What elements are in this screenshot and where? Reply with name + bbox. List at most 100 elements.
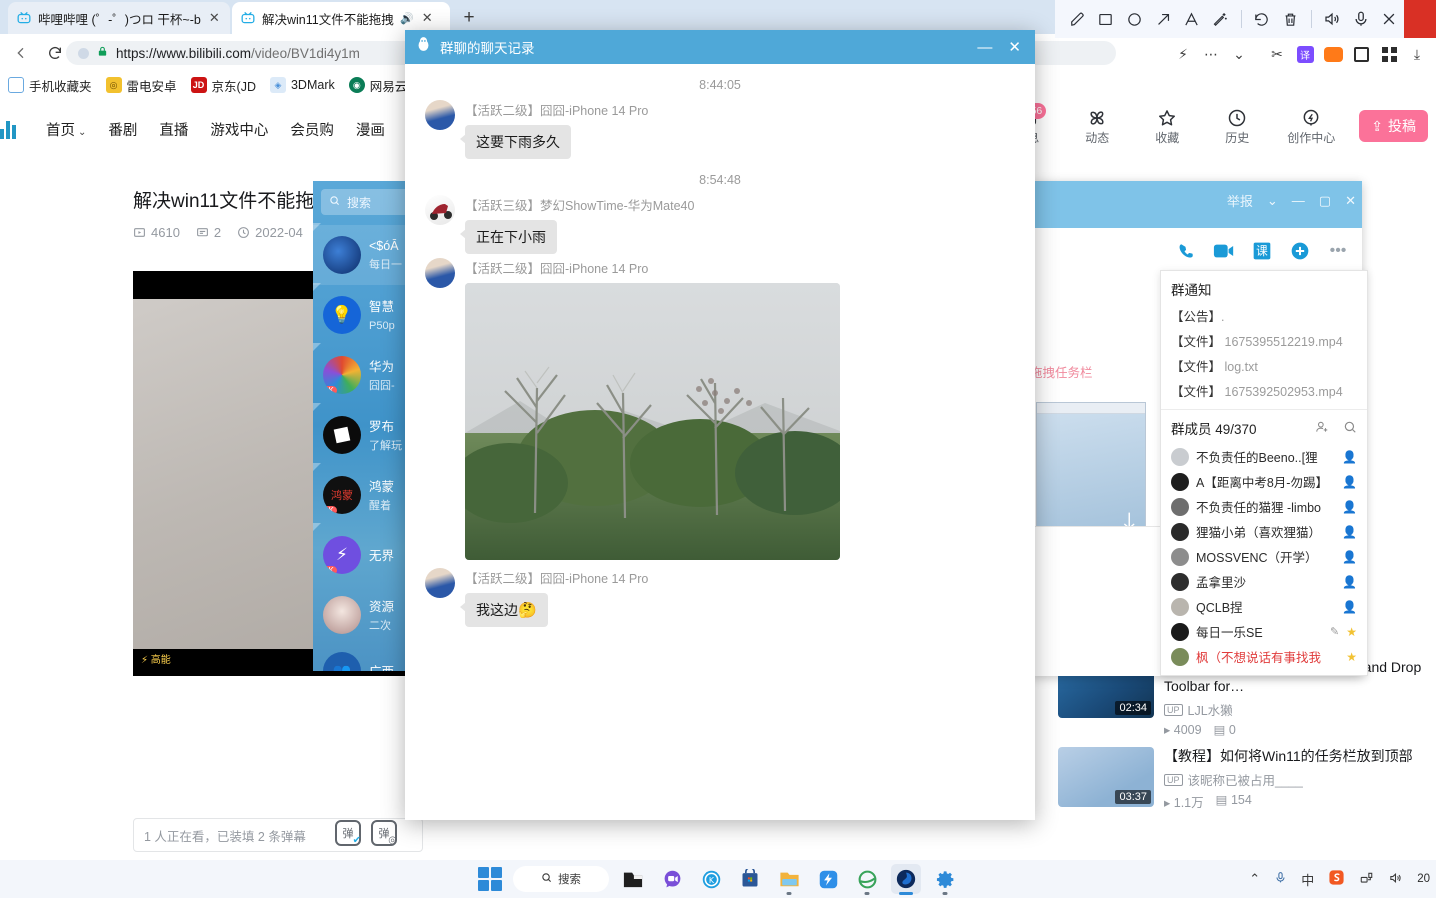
pen-icon[interactable]	[1063, 4, 1092, 34]
list-item[interactable]: 💡 智慧 P50p	[313, 285, 408, 345]
video-call-icon[interactable]	[1212, 239, 1236, 263]
class-icon[interactable]: 课	[1250, 239, 1274, 263]
maximize-icon[interactable]: ▢	[1319, 193, 1331, 209]
bookmark-item[interactable]: ◈ 3DMark	[269, 77, 335, 93]
bilibili-logo-icon[interactable]	[0, 119, 28, 139]
report-button[interactable]: 举报	[1227, 191, 1253, 210]
file-explorer-dark-icon[interactable]	[618, 864, 648, 894]
more-dots-icon[interactable]: •••	[1326, 239, 1350, 263]
list-item[interactable]: 2K 华为 囧囧-	[313, 345, 408, 405]
nav-creator[interactable]: 创作中心	[1281, 107, 1341, 146]
magic-wand-icon[interactable]	[1206, 4, 1235, 34]
group-notice-row[interactable]: 【公告】.	[1161, 303, 1367, 328]
settings-gear-icon[interactable]	[930, 864, 960, 895]
group-file-row[interactable]: 【文件】 log.txt	[1161, 353, 1367, 378]
volume-icon[interactable]	[1388, 871, 1403, 888]
search-icon[interactable]	[1343, 420, 1357, 437]
file-explorer-icon[interactable]	[774, 864, 804, 895]
ellipse-icon[interactable]	[1120, 4, 1149, 34]
close-icon[interactable]: ✕	[1008, 38, 1021, 56]
book-icon[interactable]	[1348, 41, 1374, 67]
minimize-icon[interactable]: —	[1292, 193, 1305, 208]
group-file-row[interactable]: 【文件】 1675392502953.mp4	[1161, 378, 1367, 403]
kugou-icon[interactable]: K	[696, 864, 726, 894]
sogou-icon[interactable]	[1328, 869, 1345, 889]
trash-icon[interactable]	[1276, 4, 1305, 34]
nav-dynamic[interactable]: 动态	[1071, 107, 1123, 146]
lightning-icon[interactable]: ⚡	[1170, 41, 1196, 67]
group-file-row[interactable]: 【文件】 1675395512219.mp4	[1161, 328, 1367, 353]
chat-history-window[interactable]: 群聊的聊天记录 — ✕ 8:44:05 【活跃二级】囧囧-iPhone 14 P…	[405, 30, 1035, 820]
nav-item-gamecenter[interactable]: 游戏中心	[210, 119, 268, 140]
list-item[interactable]: 枫（不想说话有事找我 ★	[1161, 644, 1367, 669]
nav-history[interactable]: 历史	[1211, 107, 1263, 146]
taskbar-clock[interactable]: 20	[1417, 873, 1430, 886]
scissors-icon[interactable]: ✂	[1264, 41, 1290, 67]
list-item[interactable]: 每日一乐SE ✎ ★	[1161, 619, 1367, 644]
qq-browser-icon[interactable]	[891, 864, 921, 895]
rectangle-icon[interactable]	[1092, 4, 1121, 34]
list-item[interactable]: 罗布 了解玩	[313, 405, 408, 465]
game-icon[interactable]	[1320, 41, 1346, 67]
add-member-icon[interactable]	[1315, 420, 1329, 437]
list-item[interactable]: A【距离中考8月-勿踢】 👤	[1161, 469, 1367, 494]
more-icon[interactable]: ⋯	[1198, 41, 1224, 67]
nav-item-home[interactable]: 首页 ⌄	[46, 119, 86, 140]
close-icon[interactable]: ✕	[1345, 193, 1356, 209]
avatar[interactable]	[425, 195, 455, 225]
speaker-icon[interactable]	[1318, 4, 1347, 34]
thunder-icon[interactable]	[813, 864, 843, 894]
chevron-down-icon[interactable]: ⌄	[78, 127, 86, 138]
search-input[interactable]: 搜索	[321, 189, 408, 215]
nav-item-vipshop[interactable]: 会员购	[290, 119, 334, 140]
list-item[interactable]: MOSSVENC（开学） 👤	[1161, 544, 1367, 569]
danmaku-on-icon[interactable]: 弹 ✔	[335, 820, 361, 846]
list-item[interactable]: 03:37 【教程】如何将Win11的任务栏放到顶部 UP 该昵称已被占用___…	[1058, 747, 1428, 811]
danmaku-settings-icon[interactable]: 弹 ◎	[371, 820, 397, 846]
plus-circle-icon[interactable]	[1288, 239, 1312, 263]
nav-item-bangumi[interactable]: 番剧	[108, 119, 137, 140]
upload-button[interactable]: ⇪ 投稿	[1359, 110, 1428, 142]
list-item[interactable]: 鸿蒙 2K 鸿蒙 醒着	[313, 465, 408, 525]
avatar[interactable]	[425, 100, 455, 130]
minimize-icon[interactable]: —	[977, 39, 992, 56]
chevron-up-icon[interactable]: ⌃	[1249, 871, 1260, 887]
list-item[interactable]: 狸猫小弟（喜欢狸猫） 👤	[1161, 519, 1367, 544]
browser-tab-1-close[interactable]: ✕	[207, 10, 222, 26]
list-item[interactable]: QCLB捏 👤	[1161, 594, 1367, 619]
bookmark-item[interactable]: ◎ 雷电安卓	[105, 76, 177, 95]
list-item[interactable]: 不负责任的Beeno..[狸 👤	[1161, 444, 1367, 469]
text-icon[interactable]	[1177, 4, 1206, 34]
network-icon[interactable]	[1359, 871, 1374, 888]
undo-icon[interactable]	[1248, 4, 1277, 34]
nav-favorites[interactable]: 收藏	[1141, 107, 1193, 146]
ie-browser-icon[interactable]	[852, 864, 882, 895]
bookmark-item[interactable]: JD 京东(JD	[190, 76, 256, 95]
arrow-icon[interactable]	[1149, 4, 1178, 34]
nav-item-manga[interactable]: 漫画	[356, 119, 385, 140]
microphone-icon[interactable]	[1346, 4, 1375, 34]
chat-video-icon[interactable]	[657, 864, 687, 894]
microsoft-store-icon[interactable]	[735, 864, 765, 894]
browser-tab-2-close[interactable]: ✕	[420, 10, 435, 26]
list-item[interactable]: 孟拿里沙 👤	[1161, 569, 1367, 594]
back-icon[interactable]	[4, 38, 38, 68]
bookmark-item[interactable]: 手机收藏夹	[8, 76, 92, 95]
chevron-down-icon[interactable]: ⌄	[1267, 193, 1278, 209]
translate-icon[interactable]: 译	[1292, 41, 1318, 67]
ime-chinese-icon[interactable]: 中	[1301, 870, 1314, 889]
close-icon[interactable]	[1375, 4, 1404, 34]
list-item[interactable]: ⚡ 1K 无界	[313, 525, 408, 585]
chevron-down-icon[interactable]: ⌄	[1226, 41, 1252, 67]
list-item[interactable]: 👥 广西	[313, 641, 408, 671]
apps-grid-icon[interactable]	[1376, 41, 1402, 67]
microphone-icon[interactable]	[1274, 870, 1287, 888]
new-tab-button[interactable]: +	[455, 4, 483, 32]
browser-tab-1[interactable]: 哔哩哔哩 (゜-゜)つロ 干杯~-b ✕	[8, 2, 230, 34]
avatar[interactable]	[425, 258, 455, 288]
record-button[interactable]	[1403, 0, 1436, 38]
windows-start-icon[interactable]	[476, 865, 504, 893]
search-input[interactable]: 搜索	[513, 866, 609, 892]
nav-item-live[interactable]: 直播	[159, 119, 188, 140]
edit-icon[interactable]: ✎	[1330, 625, 1339, 638]
